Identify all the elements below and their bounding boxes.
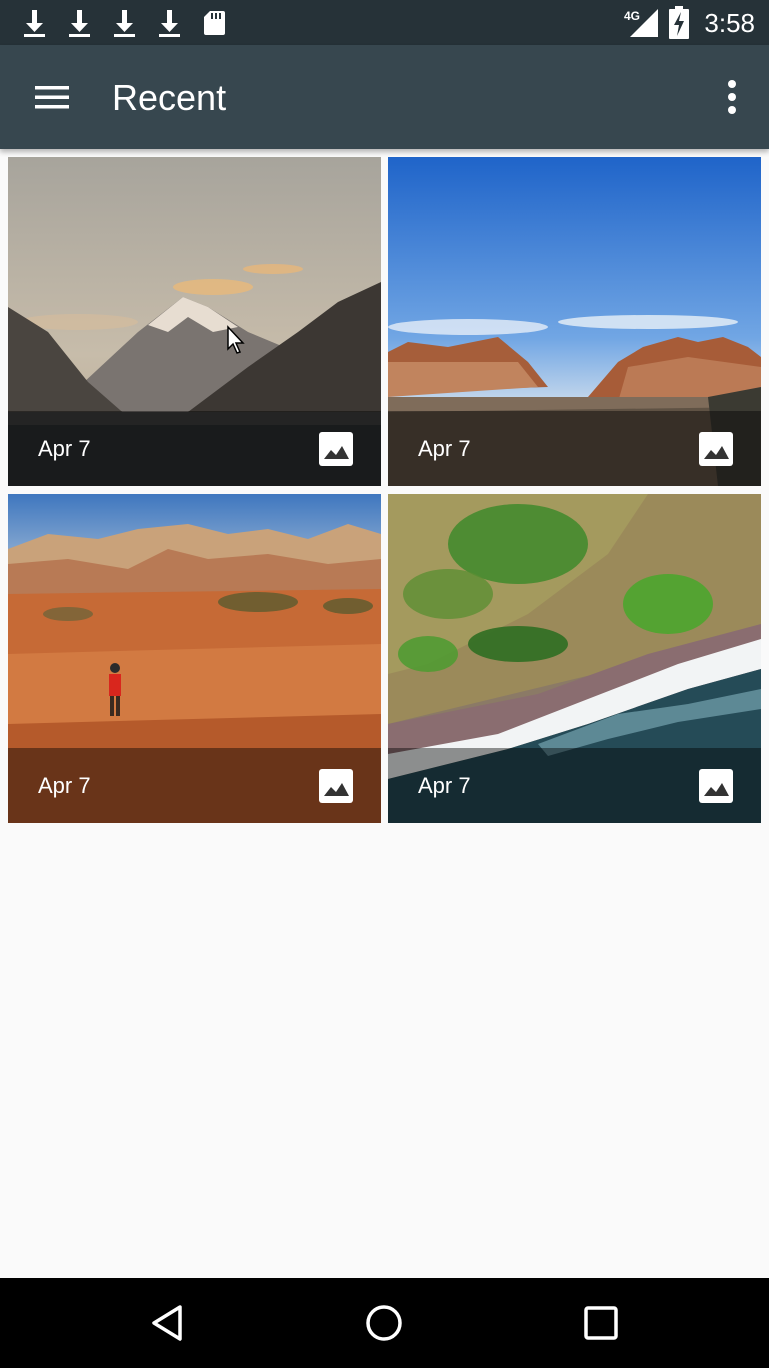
image-icon (319, 432, 353, 466)
download-icon (69, 10, 90, 37)
home-button[interactable] (364, 1303, 404, 1343)
download-icon (159, 10, 180, 37)
system-nav-bar (0, 1278, 769, 1368)
image-icon (699, 432, 733, 466)
download-icon (24, 10, 45, 37)
system-status: 4G 3:58 (624, 5, 755, 41)
image-icon (699, 769, 733, 803)
menu-button[interactable] (24, 73, 80, 121)
app-bar: Recent (0, 45, 769, 149)
download-icon (114, 10, 135, 37)
image-icon (319, 769, 353, 803)
status-bar: 4G 3:58 (0, 0, 769, 45)
clock: 3:58 (704, 7, 755, 38)
file-tile[interactable]: Apr 7 (8, 157, 381, 486)
cell-signal-icon: 4G (624, 9, 659, 37)
hamburger-menu-icon (35, 86, 69, 109)
file-date: Apr 7 (38, 773, 91, 798)
more-vert-icon (728, 80, 736, 114)
page-title: Recent (112, 77, 227, 118)
file-date: Apr 7 (418, 773, 471, 798)
mouse-pointer-icon (227, 325, 245, 354)
battery-charging-icon (669, 6, 690, 39)
recents-button[interactable] (581, 1303, 621, 1343)
file-tile[interactable]: Apr 7 (388, 157, 761, 486)
file-date: Apr 7 (418, 436, 471, 461)
home-icon (366, 1305, 402, 1341)
file-date: Apr 7 (38, 436, 91, 461)
notification-icons (22, 8, 227, 38)
overflow-menu-button[interactable] (717, 73, 747, 121)
file-tile[interactable]: Apr 7 (388, 494, 761, 823)
back-button[interactable] (148, 1303, 188, 1343)
back-icon (152, 1305, 182, 1341)
network-type-label: 4G (624, 9, 640, 23)
sd-card-icon (204, 11, 225, 35)
recents-icon (584, 1306, 618, 1340)
file-tile[interactable]: Apr 7 (8, 494, 381, 823)
